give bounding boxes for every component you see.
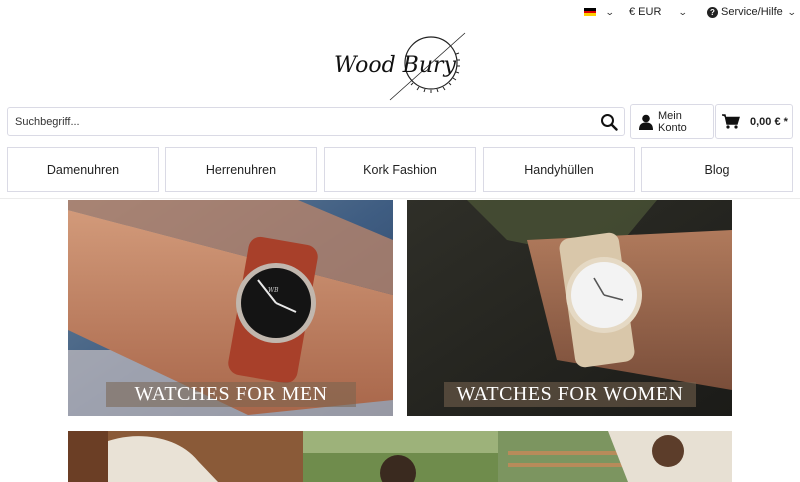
logo-text: Wood Bury: [334, 53, 457, 78]
cart-total: 0,00 € *: [750, 115, 788, 128]
search-input[interactable]: [15, 115, 575, 128]
nav-label: Handyhüllen: [524, 162, 594, 177]
banner-watches-for-men[interactable]: WB WATCHES FOR MEN: [68, 200, 393, 416]
chevron-down-icon: ⌄: [678, 6, 689, 17]
help-icon: ?: [707, 6, 718, 18]
banner-label: WATCHES FOR WOMEN: [444, 382, 696, 407]
language-selector[interactable]: ⌄: [584, 4, 615, 20]
nav-label: Damenuhren: [46, 162, 120, 177]
woodbury-logo[interactable]: Wood Bury: [332, 30, 470, 102]
user-icon: [639, 114, 653, 130]
cart-icon: [722, 114, 740, 129]
cart-button[interactable]: 0,00 € *: [715, 104, 793, 139]
service-label: Service/Hilfe: [721, 6, 783, 18]
banner-label: WATCHES FOR MEN: [106, 382, 356, 407]
chevron-down-icon: ⌄: [786, 6, 797, 17]
top-bar: ⌄ € EUR ⌄ ? Service/Hilfe ⌄: [0, 0, 800, 24]
currency-selector[interactable]: € EUR ⌄: [629, 4, 689, 20]
nav-label: Herrenuhren: [205, 162, 277, 177]
search-icon[interactable]: [600, 113, 618, 131]
my-account-button[interactable]: Mein Konto: [630, 104, 714, 139]
nav-label: Blog: [704, 162, 730, 177]
banner-watches-for-women[interactable]: WATCHES FOR WOMEN: [407, 200, 732, 416]
nav-label: Kork Fashion: [363, 162, 437, 177]
service-menu[interactable]: ? Service/Hilfe ⌄: [707, 4, 797, 20]
nav-item-kork-fashion[interactable]: Kork Fashion: [324, 147, 476, 192]
german-flag-icon: [584, 8, 596, 16]
nav-item-blog[interactable]: Blog: [641, 147, 793, 192]
account-label: Mein Konto: [658, 109, 687, 134]
nav-item-herrenuhren[interactable]: Herrenuhren: [165, 147, 317, 192]
kork-fashion-photo: [68, 431, 732, 482]
header-divider: [0, 198, 800, 199]
currency-label: € EUR: [629, 6, 662, 18]
main-navigation: Damenuhren Herrenuhren Kork Fashion Hand…: [7, 147, 793, 192]
svg-text:WB: WB: [268, 287, 279, 294]
search-bar: [7, 107, 625, 136]
nav-item-handyhuellen[interactable]: Handyhüllen: [483, 147, 635, 192]
chevron-down-icon: ⌄: [604, 6, 615, 17]
nav-item-damenuhren[interactable]: Damenuhren: [7, 147, 159, 192]
kork-fashion-banner[interactable]: [68, 431, 732, 482]
